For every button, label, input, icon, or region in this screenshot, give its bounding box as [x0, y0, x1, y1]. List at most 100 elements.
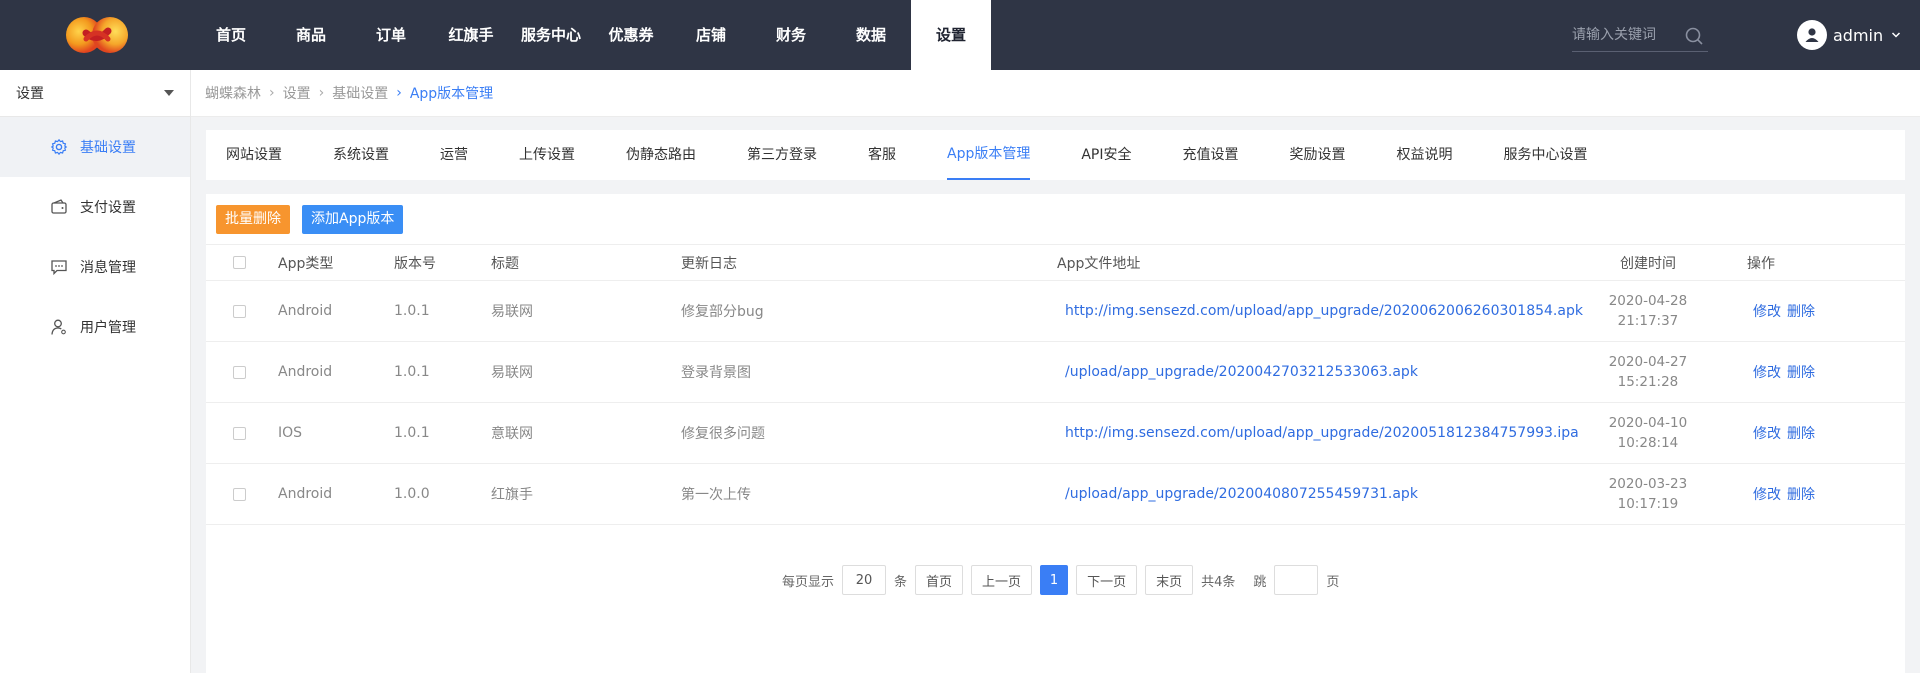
sidebar-item-basic-settings[interactable]: 基础设置 — [0, 117, 190, 177]
last-page-button[interactable]: 末页 — [1145, 565, 1194, 595]
column-header: 操作 — [1712, 244, 1905, 281]
nav-settings[interactable]: 设置 — [911, 0, 991, 70]
tab-api-security[interactable]: API安全 — [1081, 130, 1131, 180]
tab-recharge-settings[interactable]: 充值设置 — [1183, 130, 1239, 180]
breadcrumb-separator: › — [396, 85, 402, 101]
current-page-button[interactable]: 1 — [1040, 565, 1069, 595]
created-date: 2020-04-27 — [1608, 354, 1688, 370]
app-file-link[interactable]: /upload/app_upgrade/2020040807255459731.… — [1065, 486, 1418, 502]
app-type: Android — [278, 341, 394, 403]
nav-goods[interactable]: 商品 — [271, 0, 351, 70]
delete-link[interactable]: 删除 — [1787, 304, 1815, 320]
table-row: Android 1.0.1 易联网 修复部分bug http://img.sen… — [206, 280, 1905, 342]
tab-app-version-management[interactable]: App版本管理 — [947, 130, 1031, 180]
next-page-button[interactable]: 下一页 — [1076, 565, 1138, 595]
update-log: 第一次上传 — [681, 463, 1057, 525]
search-icon[interactable] — [1684, 26, 1704, 46]
sidebar-item-label: 基础设置 — [80, 140, 136, 156]
app-file-link[interactable]: http://img.sensezd.com/upload/app_upgrad… — [1065, 425, 1579, 441]
main-nav: 首页 商品 订单 红旗手 服务中心 优惠券 店铺 财务 数据 设置 — [191, 0, 991, 70]
settings-tabs-panel: 网站设置 系统设置 运营 上传设置 伪静态路由 第三方登录 客服 App版本管理… — [206, 130, 1905, 180]
breadcrumb-item[interactable]: 蝴蝶森林 — [205, 83, 261, 103]
nav-finance[interactable]: 财务 — [751, 0, 831, 70]
created-date: 2020-03-23 — [1608, 476, 1688, 492]
delete-link[interactable]: 删除 — [1787, 426, 1815, 442]
page-unit: 页 — [1326, 574, 1340, 590]
created-time: 15:21:28 — [1617, 374, 1679, 390]
user-icon — [51, 319, 66, 335]
tab-upload-settings[interactable]: 上传设置 — [519, 130, 575, 180]
app-file-link[interactable]: http://img.sensezd.com/upload/app_upgrad… — [1065, 303, 1583, 319]
tab-pseudo-static-routes[interactable]: 伪静态路由 — [626, 130, 696, 180]
tab-customer-service[interactable]: 客服 — [868, 130, 896, 180]
nav-service-center[interactable]: 服务中心 — [511, 0, 591, 70]
logo[interactable] — [62, 13, 132, 57]
column-header: App文件地址 — [1057, 244, 1583, 281]
sidebar-select-label: 设置 — [16, 86, 44, 102]
table-row: Android 1.0.0 红旗手 第一次上传 /upload/app_upgr… — [206, 463, 1905, 525]
nav-orders[interactable]: 订单 — [351, 0, 431, 70]
app-title: 易联网 — [491, 280, 681, 342]
nav-stores[interactable]: 店铺 — [671, 0, 751, 70]
tab-reward-settings[interactable]: 奖励设置 — [1290, 130, 1346, 180]
breadcrumb-separator: › — [318, 85, 325, 101]
delete-link[interactable]: 删除 — [1787, 487, 1815, 503]
tab-site-settings[interactable]: 网站设置 — [226, 130, 282, 180]
add-app-version-button[interactable]: 添加App版本 — [302, 205, 404, 234]
app-title: 红旗手 — [491, 463, 681, 525]
table-row: Android 1.0.1 易联网 登录背景图 /upload/app_upgr… — [206, 341, 1905, 403]
created-time: 21:17:37 — [1617, 313, 1679, 329]
column-header: 标题 — [491, 244, 681, 281]
breadcrumb-item[interactable]: 基础设置 — [332, 83, 388, 103]
created-date: 2020-04-28 — [1608, 293, 1688, 309]
nav-flag-bearer[interactable]: 红旗手 — [431, 0, 511, 70]
column-header: 更新日志 — [681, 244, 1057, 281]
row-checkbox[interactable] — [233, 304, 246, 318]
chevron-down-icon — [1892, 32, 1901, 38]
app-file-link[interactable]: /upload/app_upgrade/2020042703212533063.… — [1065, 364, 1418, 380]
row-checkbox[interactable] — [233, 426, 246, 440]
tab-third-party-login[interactable]: 第三方登录 — [747, 130, 817, 180]
delete-link[interactable]: 删除 — [1787, 365, 1815, 381]
username: admin — [1833, 25, 1884, 45]
tab-system-settings[interactable]: 系统设置 — [333, 130, 389, 180]
sidebar-select[interactable]: 设置 — [0, 70, 190, 117]
message-icon — [51, 260, 67, 276]
nav-coupons[interactable]: 优惠券 — [591, 0, 671, 70]
breadcrumb-item[interactable]: 设置 — [283, 83, 311, 103]
first-page-button[interactable]: 首页 — [915, 565, 964, 595]
sidebar-item-payment-settings[interactable]: 支付设置 — [0, 177, 190, 237]
version-number: 1.0.1 — [394, 402, 491, 464]
user-menu[interactable]: admin — [1797, 20, 1901, 50]
settings-tabs: 网站设置 系统设置 运营 上传设置 伪静态路由 第三方登录 客服 App版本管理… — [206, 130, 1905, 180]
sidebar-item-message-management[interactable]: 消息管理 — [0, 237, 190, 297]
app-version-panel: 批量删除 添加App版本 App类型 版本号 标题 更新日志 App文件地址 创… — [206, 194, 1905, 673]
jump-page-input[interactable] — [1274, 565, 1319, 595]
tab-operations[interactable]: 运营 — [440, 130, 468, 180]
app-type: Android — [278, 280, 394, 342]
top-bar: 首页 商品 订单 红旗手 服务中心 优惠券 店铺 财务 数据 设置 admin — [0, 0, 1920, 70]
tab-service-center-settings[interactable]: 服务中心设置 — [1504, 130, 1588, 180]
prev-page-button[interactable]: 上一页 — [971, 565, 1033, 595]
edit-link[interactable]: 修改 — [1753, 487, 1781, 503]
sidebar-item-label: 用户管理 — [80, 320, 136, 336]
row-checkbox[interactable] — [233, 365, 246, 379]
search-input[interactable] — [1572, 20, 1672, 50]
nav-data[interactable]: 数据 — [831, 0, 911, 70]
nav-home[interactable]: 首页 — [191, 0, 271, 70]
created-time: 10:28:14 — [1617, 435, 1679, 451]
tab-benefits-description[interactable]: 权益说明 — [1397, 130, 1453, 180]
row-checkbox[interactable] — [233, 487, 246, 501]
version-number: 1.0.1 — [394, 341, 491, 403]
column-header: 版本号 — [394, 244, 491, 281]
caret-down-icon — [164, 90, 174, 96]
edit-link[interactable]: 修改 — [1753, 426, 1781, 442]
batch-delete-button[interactable]: 批量删除 — [216, 205, 290, 234]
per-page-unit: 条 — [894, 574, 908, 590]
per-page-input[interactable] — [842, 565, 887, 595]
sidebar-item-user-management[interactable]: 用户管理 — [0, 297, 190, 357]
version-number: 1.0.1 — [394, 280, 491, 342]
edit-link[interactable]: 修改 — [1753, 365, 1781, 381]
edit-link[interactable]: 修改 — [1753, 304, 1781, 320]
select-all-checkbox[interactable] — [233, 256, 246, 269]
